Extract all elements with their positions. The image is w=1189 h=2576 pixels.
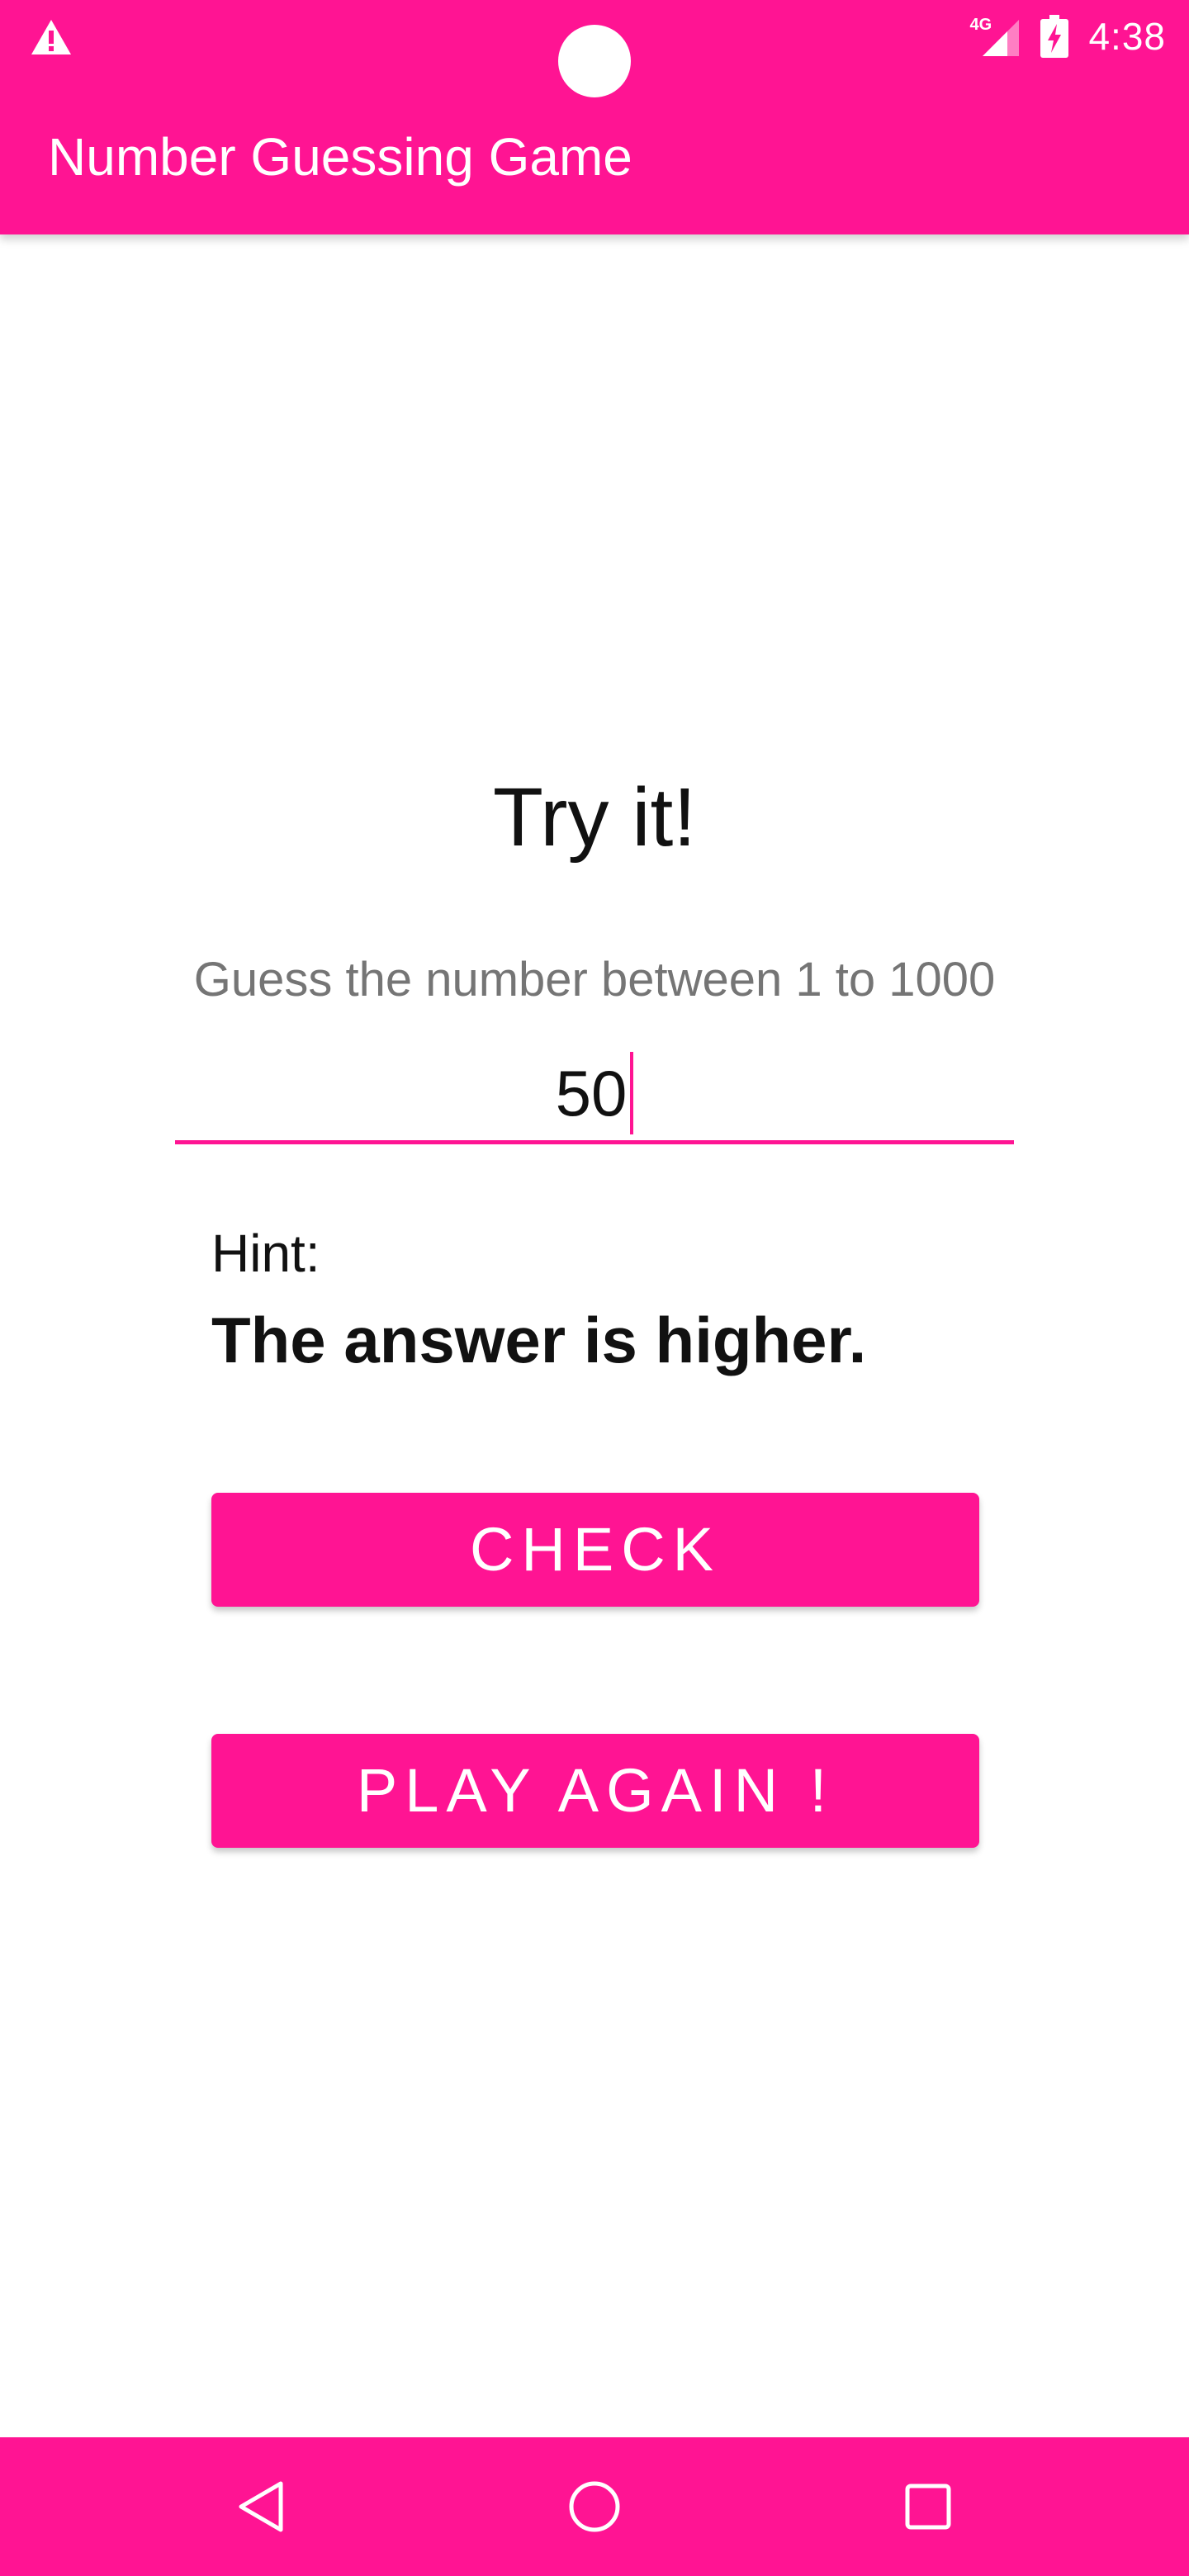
back-icon (239, 2481, 283, 2532)
guess-input[interactable]: 50 (175, 1042, 1014, 1144)
app-title: Number Guessing Game (48, 127, 632, 187)
signal-icon (983, 20, 1020, 56)
back-button[interactable] (216, 2462, 306, 2551)
play-again-button[interactable]: PLAY AGAIN ! (211, 1734, 979, 1848)
status-time: 4:38 (1088, 15, 1166, 58)
recents-icon (905, 2484, 951, 2530)
network-indicator: 4G (969, 15, 1021, 58)
home-button[interactable] (550, 2462, 639, 2551)
battery-charging-icon (1040, 15, 1069, 58)
recents-button[interactable] (883, 2462, 973, 2551)
home-icon (569, 2481, 620, 2532)
hint-label: Hint: (211, 1224, 320, 1283)
check-button[interactable]: CHECK (211, 1493, 979, 1607)
guess-input-value: 50 (556, 1052, 634, 1134)
game-heading: Try it! (492, 771, 697, 864)
screen: 4G 4:38 Number Guessing Game Try it! Gue… (0, 0, 1189, 2576)
navigation-bar (0, 2437, 1189, 2576)
guess-instruction: Guess the number between 1 to 1000 (193, 953, 996, 1006)
app-header: 4G 4:38 Number Guessing Game (0, 0, 1189, 234)
status-bar-right: 4G 4:38 (969, 12, 1166, 61)
camera-cutout (558, 25, 631, 97)
warning-icon (31, 20, 71, 54)
hint-text: The answer is higher. (211, 1304, 867, 1376)
